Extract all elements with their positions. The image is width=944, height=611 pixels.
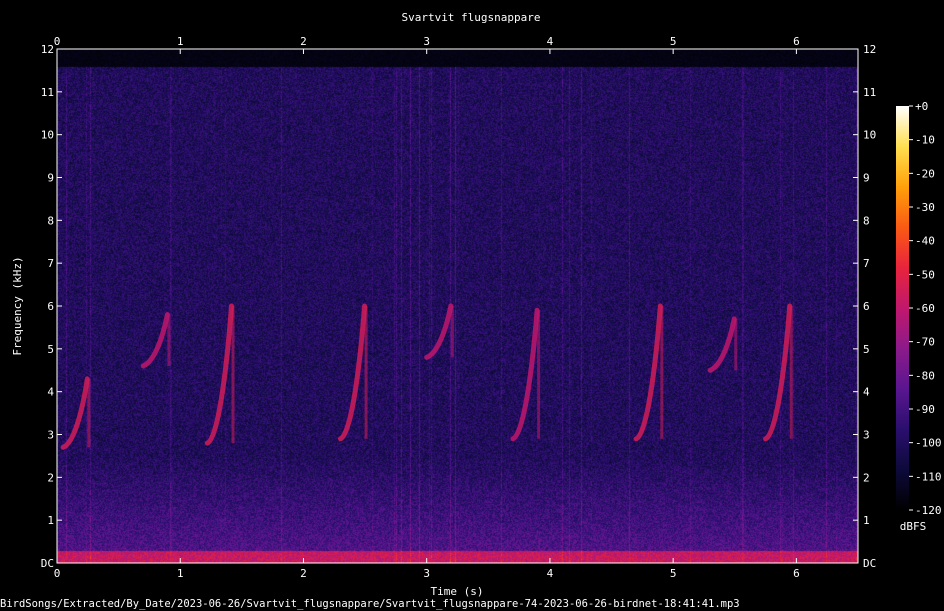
y-tick-label-right: 7 <box>863 257 870 270</box>
y-tick-label-left: 3 <box>47 429 54 442</box>
x-tick-label-bottom: 3 <box>423 567 430 580</box>
y-tick-label-left: 10 <box>41 129 54 142</box>
y-tick-label-left: 4 <box>47 386 54 399</box>
y-tick-label-left: DC <box>41 557 54 570</box>
y-tick-label-left: 7 <box>47 257 54 270</box>
colorbar-tick-label: -100 <box>915 437 942 450</box>
colorbar-tick-label: +0 <box>915 100 928 113</box>
y-tick-label-right: 11 <box>863 86 876 99</box>
x-tick-label-bottom: 0 <box>54 567 61 580</box>
x-tick-label-top: 1 <box>177 35 184 48</box>
x-tick-label-top: 2 <box>300 35 307 48</box>
y-tick-label-right: 5 <box>863 343 870 356</box>
x-axis-label: Time (s) <box>431 585 484 598</box>
call-harmonic <box>87 378 91 448</box>
colorbar-tick-label: -120 <box>915 504 942 517</box>
spectrogram-plot <box>57 49 858 563</box>
colorbar <box>896 106 909 510</box>
y-tick-label-left: 8 <box>47 214 54 227</box>
spectrogram-background <box>57 49 858 563</box>
y-tick-label-right: 9 <box>863 172 870 185</box>
y-axis-label: Frequency (kHz) <box>11 256 24 355</box>
y-tick-label-left: 1 <box>47 514 54 527</box>
colorbar-tick-label: -110 <box>915 470 942 483</box>
y-tick-label-right: 1 <box>863 514 870 527</box>
call-harmonic <box>167 314 171 366</box>
call-harmonic <box>231 306 235 444</box>
call-harmonic <box>537 310 541 439</box>
colorbar-label: dBFS <box>900 520 927 533</box>
x-tick-label-bottom: 4 <box>547 567 554 580</box>
y-tick-label-left: 12 <box>41 43 54 56</box>
y-tick-label-right: DC <box>863 557 876 570</box>
x-tick-label-top: 4 <box>547 35 554 48</box>
colorbar-tick-label: -60 <box>915 302 935 315</box>
spectrogram-figure: Svartvit flugsnappare 00112233445566DC DC… <box>0 11 942 610</box>
y-tick-label-left: 9 <box>47 172 54 185</box>
call-harmonic <box>789 306 793 439</box>
y-tick-label-right: 4 <box>863 386 870 399</box>
colorbar-tick-label: -80 <box>915 369 935 382</box>
colorbar-tick-label: -50 <box>915 268 935 281</box>
y-tick-label-left: 5 <box>47 343 54 356</box>
call-harmonic <box>450 306 454 358</box>
chart-title: Svartvit flugsnappare <box>401 11 540 24</box>
x-tick-label-top: 6 <box>793 35 800 48</box>
y-tick-label-left: 6 <box>47 300 54 313</box>
y-tick-label-right: 6 <box>863 300 870 313</box>
x-tick-label-bottom: 1 <box>177 567 184 580</box>
file-path-footer: BirdSongs/Extracted/By_Date/2023-06-26/S… <box>0 598 740 610</box>
x-tick-label-top: 5 <box>670 35 677 48</box>
call-harmonic <box>364 306 368 439</box>
call-harmonic <box>660 306 664 439</box>
y-tick-label-right: 3 <box>863 429 870 442</box>
y-tick-label-right: 2 <box>863 471 870 484</box>
y-tick-label-right: 8 <box>863 214 870 227</box>
y-tick-label-left: 2 <box>47 471 54 484</box>
colorbar-tick-label: -40 <box>915 235 935 248</box>
colorbar-tick-label: -30 <box>915 201 935 214</box>
colorbar-tick-label: -90 <box>915 403 935 416</box>
y-tick-label-right: 10 <box>863 129 876 142</box>
colorbar-tick-label: -20 <box>915 167 935 180</box>
y-tick-label-right: 12 <box>863 43 876 56</box>
colorbar-ticks: +0 -10 -20 -30 -40 -50 -60 -70 -80 -90 -100 -110 -12… <box>909 100 942 517</box>
x-tick-label-top: 3 <box>423 35 430 48</box>
call-harmonic <box>734 318 738 371</box>
x-tick-label-bottom: 5 <box>670 567 677 580</box>
x-tick-label-bottom: 2 <box>300 567 307 580</box>
colorbar-tick-label: -70 <box>915 336 935 349</box>
colorbar-tick-label: -10 <box>915 134 935 147</box>
x-tick-label-bottom: 6 <box>793 567 800 580</box>
x-tick-label-top: 0 <box>54 35 61 48</box>
y-tick-label-left: 11 <box>41 86 54 99</box>
